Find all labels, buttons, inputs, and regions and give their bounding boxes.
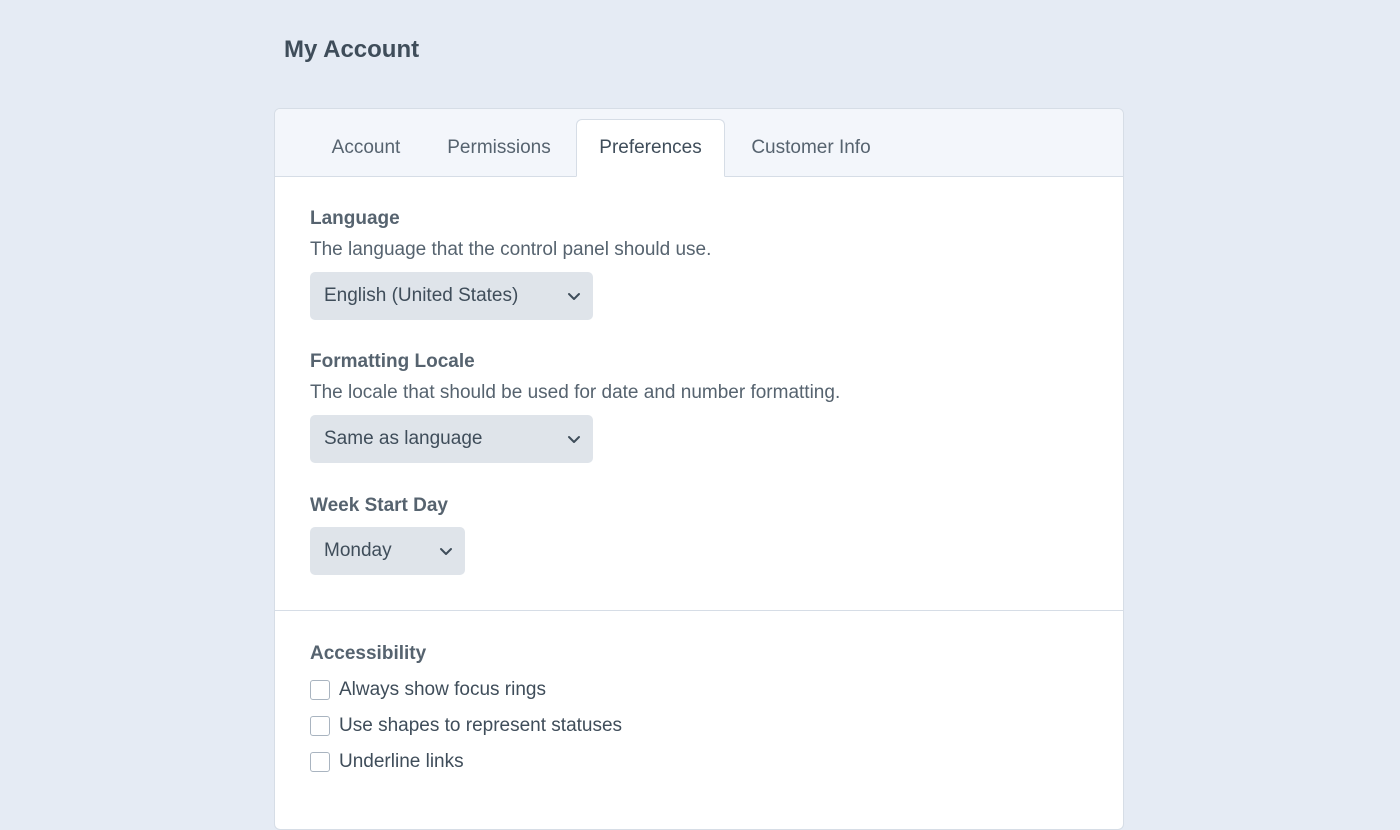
week-start-field: Week Start Day (310, 495, 448, 517)
week-start-select-value: Monday (324, 540, 392, 561)
chevron-down-icon (568, 436, 580, 443)
language-select-value: English (United States) (324, 285, 519, 306)
locale-instructions: The locale that should be used for date … (310, 382, 841, 403)
chevron-down-icon (568, 293, 580, 300)
status-shapes-label: Use shapes to represent statuses (339, 715, 623, 736)
tab-preferences[interactable]: Preferences (576, 119, 725, 177)
underline-links-label: Underline links (339, 751, 464, 772)
checkbox-row-underline-links[interactable]: Underline links (310, 751, 464, 773)
week-start-select[interactable]: Monday (310, 527, 465, 575)
week-start-label: Week Start Day (310, 495, 448, 516)
page-title: My Account (284, 36, 420, 63)
language-instructions: The language that the control panel shou… (310, 239, 712, 260)
checkbox-row-status-shapes[interactable]: Use shapes to represent statuses (310, 715, 622, 737)
language-select[interactable]: English (United States) (310, 272, 593, 320)
language-field: Language The language that the control p… (310, 208, 711, 261)
tab-account[interactable]: Account (313, 119, 419, 176)
tab-customer-info[interactable]: Customer Info (737, 119, 885, 176)
tab-permissions[interactable]: Permissions (433, 119, 565, 176)
locale-field: Formatting Locale The locale that should… (310, 351, 840, 404)
chevron-down-icon (440, 548, 452, 555)
accessibility-field: Accessibility (310, 643, 426, 665)
account-card: Account Permissions Preferences Customer… (274, 108, 1124, 830)
locale-label: Formatting Locale (310, 351, 475, 372)
accessibility-label: Accessibility (310, 643, 427, 664)
underline-links-checkbox[interactable] (310, 752, 330, 772)
focus-rings-label: Always show focus rings (339, 679, 546, 700)
section-divider (275, 610, 1123, 611)
focus-rings-checkbox[interactable] (310, 680, 330, 700)
checkbox-row-focus-rings[interactable]: Always show focus rings (310, 679, 546, 701)
locale-select-value: Same as language (324, 428, 483, 449)
locale-select[interactable]: Same as language (310, 415, 593, 463)
tab-bar: Account Permissions Preferences Customer… (275, 109, 1123, 177)
status-shapes-checkbox[interactable] (310, 716, 330, 736)
language-label: Language (310, 208, 400, 229)
